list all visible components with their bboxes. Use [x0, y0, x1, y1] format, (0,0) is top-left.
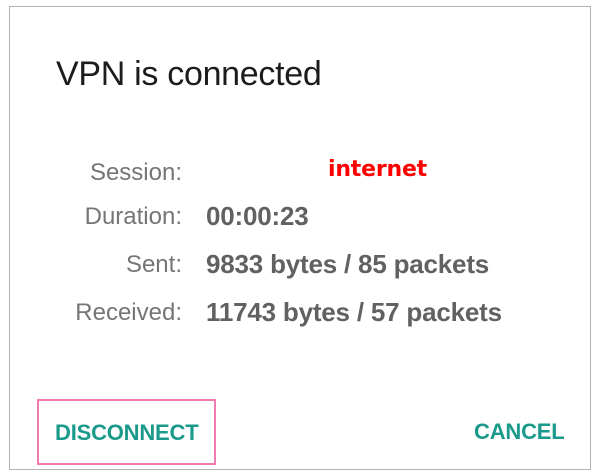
session-label: Session: [89, 159, 182, 186]
session-value: internet [328, 157, 427, 182]
duration-row: Duration: 00:00:23 [10, 197, 592, 237]
disconnect-button[interactable]: DISCONNECT [37, 399, 216, 465]
received-label: Received: [75, 299, 182, 326]
received-row: Received: 11743 bytes / 57 packets [10, 293, 592, 333]
sent-row: Sent: 9833 bytes / 85 packets [10, 245, 592, 285]
duration-value: 00:00:23 [206, 201, 309, 231]
sent-value: 9833 bytes / 85 packets [206, 249, 490, 279]
dialog-title: VPN is connected [56, 55, 322, 93]
sent-label: Sent: [125, 251, 182, 278]
cancel-button[interactable]: CANCEL [474, 419, 565, 445]
session-row: Session: internet [10, 153, 592, 193]
received-value: 11743 bytes / 57 packets [206, 297, 502, 327]
vpn-status-dialog: VPN is connected Session: internet Durat… [9, 6, 591, 470]
duration-label: Duration: [84, 203, 182, 230]
